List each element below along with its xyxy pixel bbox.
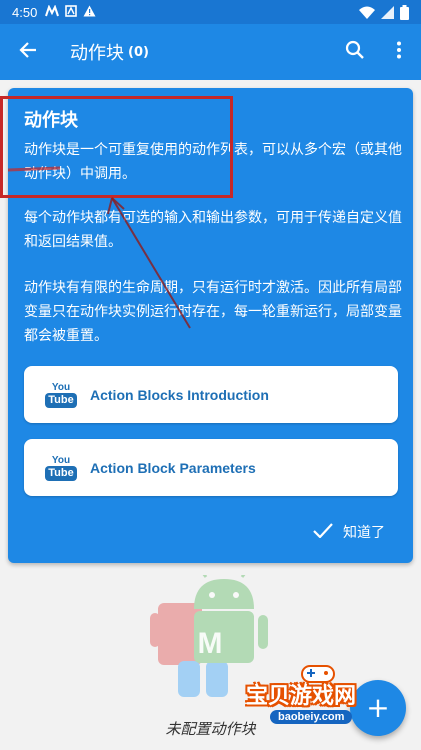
watermark-text: 宝贝游戏网 xyxy=(246,684,357,709)
watermark-url: baobeiy.com xyxy=(270,710,353,724)
logo-letter: M xyxy=(198,627,223,660)
watermark: 宝贝游戏网 baobeiy.com xyxy=(240,660,390,732)
